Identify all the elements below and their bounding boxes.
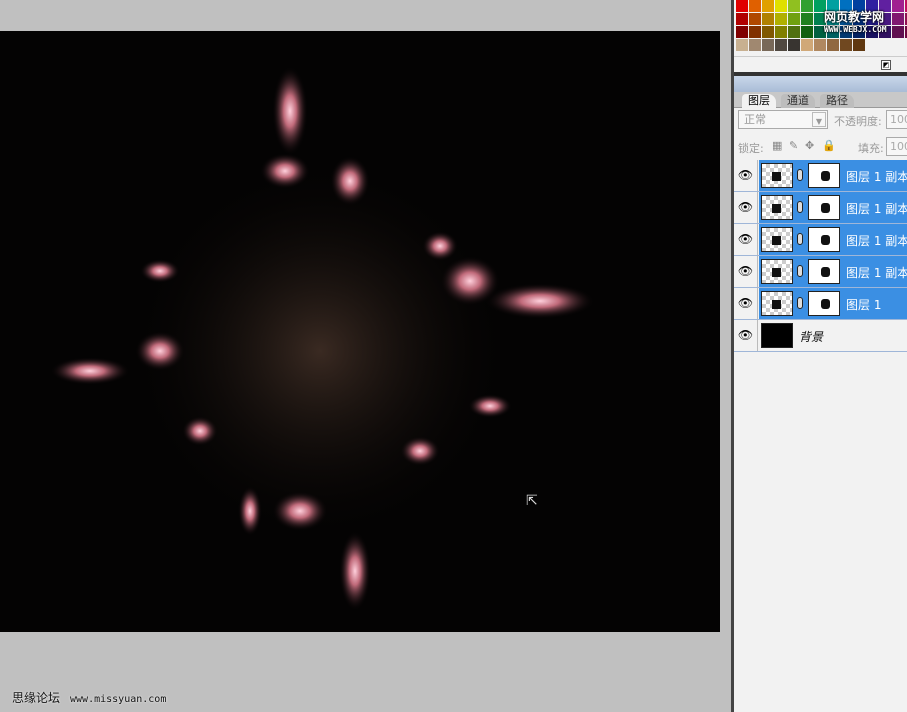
layer-row[interactable]: 👁 图层 1 副本 [734, 256, 907, 288]
layer-row[interactable]: 👁 图层 1 副本 [734, 192, 907, 224]
eye-icon[interactable]: 👁 [734, 192, 758, 223]
swatch[interactable] [762, 26, 774, 38]
layer-name: 背景 [799, 330, 824, 344]
document-canvas[interactable] [0, 31, 720, 632]
swatch[interactable] [827, 39, 839, 51]
fill-field[interactable]: 100 [886, 137, 907, 156]
swatch[interactable] [736, 39, 748, 51]
layer-row[interactable]: 👁 图层 1 副本 [734, 224, 907, 256]
layers-panel-titlebar[interactable] [734, 76, 907, 92]
swatch[interactable] [801, 39, 813, 51]
layer-name: 图层 1 副本 [846, 266, 907, 280]
swatch[interactable] [814, 39, 826, 51]
layers-panel-tabs: 图层 通道 路径 [734, 92, 907, 108]
swatch[interactable] [775, 13, 787, 25]
swatch[interactable] [749, 13, 761, 25]
layer-name: 图层 1 副本 [846, 234, 907, 248]
swatch[interactable] [762, 13, 774, 25]
link-icon[interactable] [797, 297, 803, 309]
right-panel: 网页教学网 WWW.WEBJX.COM ◩ 图层 通道 路径 正常 ▼ 不透明度: … [734, 0, 907, 712]
layer-name: 图层 1 副本 [846, 202, 907, 216]
swatch[interactable] [788, 39, 800, 51]
swatch[interactable] [801, 0, 813, 12]
eye-icon[interactable]: 👁 [734, 320, 758, 351]
lock-brush-icon[interactable]: ✎ [789, 139, 798, 152]
opacity-field[interactable]: 100 [886, 110, 907, 129]
swatch[interactable] [788, 26, 800, 38]
layer-main[interactable]: 背景 [759, 320, 907, 351]
layer-row[interactable]: 👁 背景 [734, 320, 907, 352]
lock-move-icon[interactable]: ✥ [805, 139, 814, 152]
lock-transparency-icon[interactable]: ▦ [772, 139, 782, 152]
layer-thumbnail [761, 259, 793, 284]
layer-thumbnail [761, 195, 793, 220]
lock-all-icon[interactable]: 🔒 [822, 139, 836, 152]
layer-main[interactable]: 图层 1 [759, 288, 907, 319]
chevron-down-icon: ▼ [812, 112, 826, 127]
watermark-site: 思缘论坛 [12, 691, 61, 705]
swatch[interactable] [736, 26, 748, 38]
layer-mask-thumbnail[interactable] [808, 291, 840, 316]
opacity-label: 不透明度: [834, 115, 882, 128]
new-swatch-icon[interactable]: ◩ [881, 60, 891, 70]
layer-main[interactable]: 图层 1 副本 [759, 224, 907, 255]
layer-main[interactable]: 图层 1 副本 [759, 192, 907, 223]
swatch[interactable] [762, 39, 774, 51]
eye-icon[interactable]: 👁 [734, 288, 758, 319]
swatch[interactable] [801, 13, 813, 25]
swatch[interactable] [749, 0, 761, 12]
swatch[interactable] [775, 39, 787, 51]
tab-paths[interactable]: 路径 [820, 94, 854, 108]
eye-icon[interactable]: 👁 [734, 256, 758, 287]
layer-thumbnail [761, 323, 793, 348]
link-icon[interactable] [797, 169, 803, 181]
layers-list: 👁 图层 1 副本 👁 图层 1 副本 👁 图层 1 副本 👁 图层 1 副本 👁 图层… [734, 160, 907, 352]
swatch[interactable] [892, 13, 904, 25]
swatch[interactable] [788, 0, 800, 12]
swatches-footer: ◩ [734, 56, 907, 72]
watermark-url: www.missyuan.com [70, 694, 167, 705]
layer-mask-thumbnail[interactable] [808, 259, 840, 284]
swatch[interactable] [853, 39, 865, 51]
swatch[interactable] [840, 39, 852, 51]
layer-mask-thumbnail[interactable] [808, 227, 840, 252]
layer-row[interactable]: 👁 图层 1 副本 [734, 160, 907, 192]
watermark: 思缘论坛 www.missyuan.com [12, 689, 176, 706]
swatch[interactable] [788, 13, 800, 25]
layer-main[interactable]: 图层 1 副本 [759, 256, 907, 287]
link-icon[interactable] [797, 233, 803, 245]
swatch[interactable] [736, 13, 748, 25]
move-cursor-icon: ⇱ [526, 493, 538, 509]
swatch[interactable] [749, 39, 761, 51]
swatch[interactable] [775, 26, 787, 38]
blend-mode-select[interactable]: 正常 ▼ [738, 110, 828, 129]
eye-icon[interactable]: 👁 [734, 224, 758, 255]
layer-thumbnail [761, 163, 793, 188]
eye-icon[interactable]: 👁 [734, 160, 758, 191]
layer-row[interactable]: 👁 图层 1 [734, 288, 907, 320]
swatch[interactable] [749, 26, 761, 38]
layer-main[interactable]: 图层 1 副本 [759, 160, 907, 191]
swatch-watermark: 网页教学网 WWW.WEBJX.COM [824, 10, 887, 34]
layer-name: 图层 1 副本 [846, 170, 907, 184]
swatch[interactable] [736, 0, 748, 12]
tab-channels[interactable]: 通道 [781, 94, 815, 108]
layer-mask-thumbnail[interactable] [808, 195, 840, 220]
swatch[interactable] [801, 26, 813, 38]
artwork [50, 66, 595, 611]
lock-label: 锁定: [738, 142, 764, 155]
swatch[interactable] [775, 0, 787, 12]
swatch[interactable] [892, 0, 904, 12]
layer-thumbnail [761, 227, 793, 252]
swatch[interactable] [762, 0, 774, 12]
link-icon[interactable] [797, 265, 803, 277]
layer-thumbnail [761, 291, 793, 316]
swatch[interactable] [892, 26, 904, 38]
fill-label: 填充: [858, 142, 884, 155]
link-icon[interactable] [797, 201, 803, 213]
layer-mask-thumbnail[interactable] [808, 163, 840, 188]
tab-layers[interactable]: 图层 [742, 94, 776, 108]
layer-name: 图层 1 [846, 298, 882, 312]
